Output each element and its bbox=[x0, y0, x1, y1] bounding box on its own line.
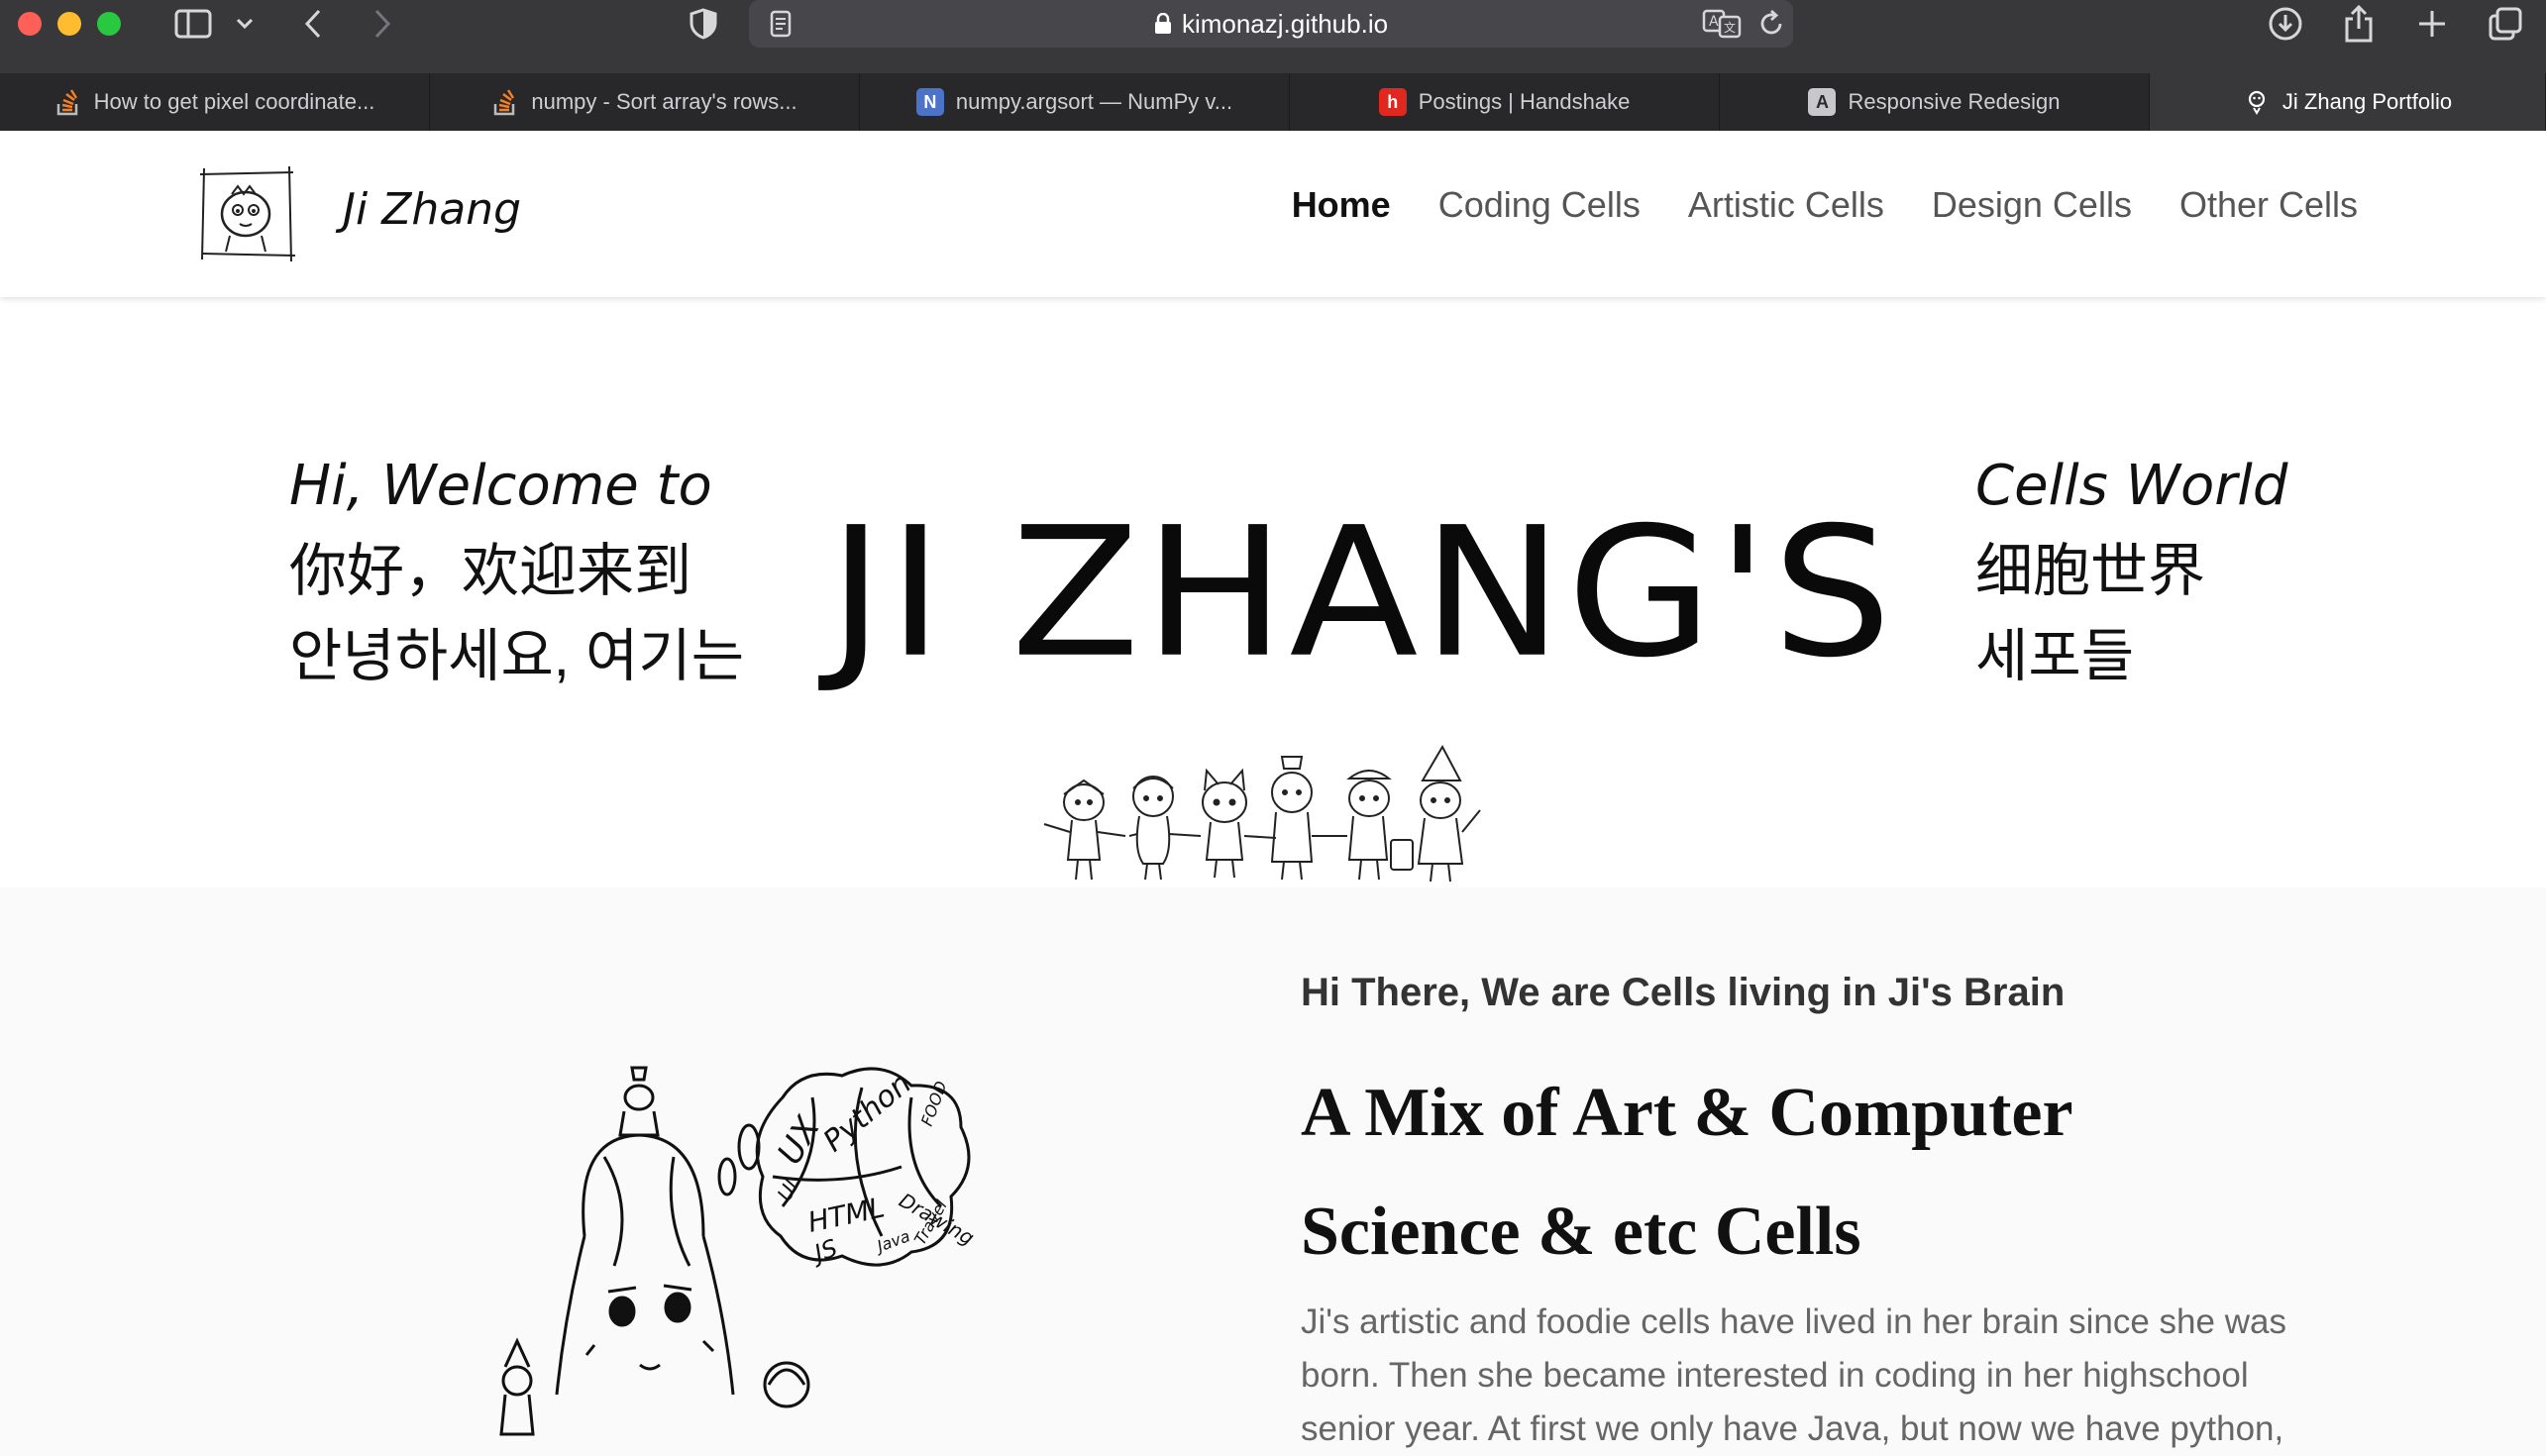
brain-word-ux: UX bbox=[770, 1109, 828, 1171]
nav-artistic-cells[interactable]: Artistic Cells bbox=[1688, 184, 1884, 226]
forward-icon[interactable] bbox=[363, 4, 402, 44]
portfolio-icon bbox=[2243, 88, 2271, 116]
stackoverflow-icon bbox=[54, 88, 82, 116]
translate-icon[interactable]: A文 bbox=[1700, 4, 1744, 44]
page-viewport: Ji Zhang Home Coding Cells Artistic Cell… bbox=[0, 131, 2546, 1456]
chevron-down-icon[interactable] bbox=[230, 4, 260, 44]
tab-title: Ji Zhang Portfolio bbox=[2281, 89, 2453, 114]
world-line-chinese: 细胞世界 bbox=[1975, 539, 2206, 603]
reload-icon[interactable] bbox=[1753, 4, 1789, 44]
address-bar[interactable]: kimonazj.github.io A文 bbox=[749, 0, 1793, 48]
tab-title: numpy.argsort — NumPy v... bbox=[955, 89, 1233, 114]
about-subtitle: Hi There, We are Cells living in Ji's Br… bbox=[1301, 971, 2066, 1014]
world-line-korean: 세포들 bbox=[1975, 624, 2135, 688]
lock-icon bbox=[1154, 13, 1172, 35]
brand-name[interactable]: Ji Zhang bbox=[343, 184, 521, 235]
svg-text:A: A bbox=[1709, 14, 1719, 30]
nav-design-cells[interactable]: Design Cells bbox=[1932, 184, 2132, 226]
window-close-button[interactable] bbox=[18, 12, 42, 36]
about-section: UX Python FOOD UI HTML Drawing JS Java T… bbox=[0, 887, 2546, 1456]
browser-toolbar: kimonazj.github.io A文 bbox=[0, 0, 2546, 73]
back-icon[interactable] bbox=[293, 4, 333, 44]
logo-icon[interactable] bbox=[196, 164, 299, 263]
brain-girl-illustration: UX Python FOOD UI HTML Drawing JS Java T… bbox=[499, 1066, 979, 1436]
about-title-line-2: Science & etc Cells bbox=[1301, 1194, 1861, 1270]
nav-other-cells[interactable]: Other Cells bbox=[2179, 184, 2358, 226]
tab-responsive-redesign[interactable]: A Responsive Redesign bbox=[1720, 73, 2150, 131]
window-maximize-button[interactable] bbox=[97, 12, 121, 36]
tab-pixel-coordinate[interactable]: How to get pixel coordinate... bbox=[0, 73, 430, 131]
welcome-text: Hi, Welcome to 你好，欢迎来到 안녕하세요, 여기는 bbox=[289, 444, 744, 699]
tab-title: Postings | Handshake bbox=[1418, 89, 1631, 114]
tab-title: How to get pixel coordinate... bbox=[93, 89, 375, 114]
tab-numpy-argsort[interactable]: N numpy.argsort — NumPy v... bbox=[860, 73, 1290, 131]
tab-ji-zhang-portfolio[interactable]: Ji Zhang Portfolio bbox=[2150, 73, 2546, 131]
numpy-icon: N bbox=[915, 88, 944, 116]
url-display[interactable]: kimonazj.github.io bbox=[749, 0, 1793, 48]
welcome-line-korean: 안녕하세요, 여기는 bbox=[289, 624, 745, 688]
sidebar-toggle-icon[interactable] bbox=[170, 4, 216, 44]
brain-word-html: HTML bbox=[805, 1191, 888, 1238]
nav-coding-cells[interactable]: Coding Cells bbox=[1438, 184, 1641, 226]
privacy-shield-icon[interactable] bbox=[684, 4, 723, 44]
welcome-line-english: Hi, Welcome to bbox=[289, 454, 712, 518]
tab-numpy-sort[interactable]: numpy - Sort array's rows... bbox=[430, 73, 860, 131]
downloads-icon[interactable] bbox=[2265, 4, 2306, 44]
world-text: Cells World 细胞世界 세포들 bbox=[1975, 444, 2287, 699]
share-icon[interactable] bbox=[2338, 4, 2380, 44]
world-line-english: Cells World bbox=[1975, 454, 2288, 518]
welcome-line-chinese: 你好，欢迎来到 bbox=[289, 539, 692, 603]
about-title: A Mix of Art & Computer Science & etc Ce… bbox=[1301, 1054, 2291, 1292]
hero-section: Hi, Welcome to 你好，欢迎来到 안녕하세요, 여기는 JI ZHA… bbox=[0, 297, 2546, 887]
url-text: kimonazj.github.io bbox=[1181, 8, 1389, 39]
handshake-icon: h bbox=[1378, 88, 1407, 116]
site-header: Ji Zhang Home Coding Cells Artistic Cell… bbox=[0, 131, 2546, 297]
tab-bar: How to get pixel coordinate... numpy - S… bbox=[0, 73, 2546, 131]
tab-title: Responsive Redesign bbox=[1848, 89, 2061, 114]
about-body-text: Ji's artistic and foodie cells have live… bbox=[1301, 1302, 2286, 1448]
nav-home[interactable]: Home bbox=[1292, 184, 1391, 226]
stackoverflow-icon bbox=[491, 88, 519, 116]
hero-title: JI ZHANG'S bbox=[828, 488, 1896, 697]
about-title-line-1: A Mix of Art & Computer bbox=[1301, 1075, 2073, 1151]
brain-word-js: JS bbox=[807, 1234, 841, 1269]
cells-characters-illustration bbox=[1043, 744, 1481, 883]
window-minimize-button[interactable] bbox=[57, 12, 81, 36]
a-icon: A bbox=[1808, 88, 1837, 116]
tab-handshake[interactable]: h Postings | Handshake bbox=[1290, 73, 1720, 131]
svg-text:文: 文 bbox=[1724, 20, 1736, 35]
tab-overview-icon[interactable] bbox=[2485, 4, 2526, 44]
brain-word-python: Python bbox=[817, 1066, 918, 1159]
main-nav: Home Coding Cells Artistic Cells Design … bbox=[1292, 184, 2358, 226]
tab-title: numpy - Sort array's rows... bbox=[531, 89, 797, 114]
new-tab-icon[interactable] bbox=[2411, 4, 2453, 44]
